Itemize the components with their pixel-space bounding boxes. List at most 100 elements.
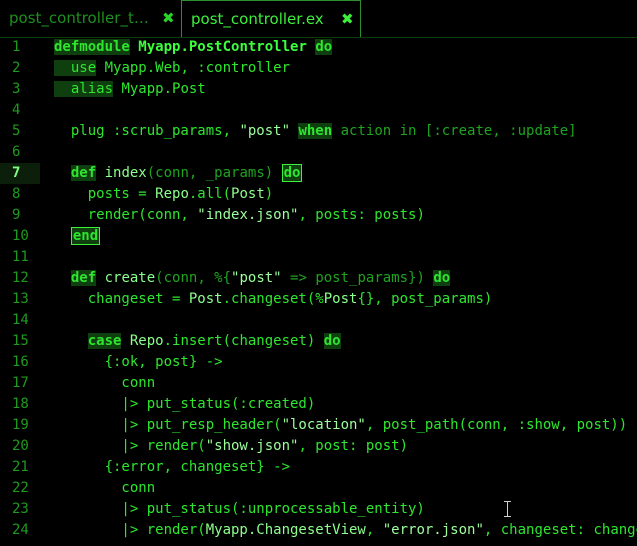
code-line[interactable]: 11 — [0, 247, 637, 268]
line-number: 13 — [12, 291, 29, 307]
code-token: .insert(changeset) — [163, 333, 324, 349]
module-name: Repo — [155, 186, 189, 202]
code-text: |> put_status(:created) — [54, 394, 315, 415]
tab-label: post_controller.ex — [191, 10, 324, 28]
code-line[interactable]: 15 case Repo.insert(changeset) do — [0, 331, 637, 352]
code-line[interactable]: 18 |> put_status(:created) — [0, 394, 637, 415]
line-number: 22 — [12, 480, 29, 496]
module-name: Post — [231, 186, 265, 202]
code-line[interactable]: 4 — [0, 100, 637, 121]
keyword: def — [70, 270, 97, 286]
code-line[interactable]: 12 def create(conn, %{"post" => post_par… — [0, 268, 637, 289]
code-line[interactable]: 13 changeset = Post.changeset(%Post{}, p… — [0, 289, 637, 310]
code-line[interactable]: 10 end — [0, 226, 637, 247]
code-line[interactable]: 8 posts = Repo.all(Post) — [0, 184, 637, 205]
code-token: |> put_resp_header( — [54, 417, 282, 433]
code-text: conn — [54, 373, 155, 394]
function-name: index — [104, 165, 147, 181]
keyword: in — [399, 123, 417, 139]
matched-bracket-keyword: end — [70, 227, 101, 245]
code-token: action — [332, 123, 400, 139]
code-line[interactable]: 6 — [0, 142, 637, 163]
line-number: 15 — [12, 333, 29, 349]
code-text: {:error, changeset} -> — [54, 457, 290, 478]
module-name: Post — [323, 291, 358, 307]
line-number: 24 — [12, 522, 29, 538]
line-number: 7 — [12, 165, 21, 181]
code-line[interactable]: 19 |> put_resp_header("location", post_p… — [0, 415, 637, 436]
keyword: def — [70, 165, 97, 181]
keyword: do — [323, 333, 341, 349]
code-text: |> put_resp_header("location", post_path… — [54, 415, 627, 436]
code-token: |> put_status(:unprocessable_entity) — [54, 501, 425, 517]
code-line[interactable]: 3 alias Myapp.Post — [0, 79, 637, 100]
code-line[interactable]: 16 {:ok, post} -> — [0, 352, 637, 373]
code-token: {}, post_params) — [357, 291, 493, 307]
code-editor[interactable]: 1 defmodule Myapp.PostController do 2 us… — [0, 37, 637, 546]
code-line[interactable]: 2 use Myapp.Web, :controller — [0, 58, 637, 79]
code-text: use Myapp.Web, :controller — [54, 58, 290, 79]
keyword: do — [315, 39, 333, 55]
line-number: 5 — [12, 123, 21, 139]
line-number: 1 — [12, 39, 21, 55]
module-name: Repo — [129, 333, 164, 349]
line-number: 19 — [12, 417, 29, 433]
code-line[interactable]: 1 defmodule Myapp.PostController do — [0, 37, 637, 58]
code-token: conn — [54, 480, 156, 496]
string-literal: "index.json" — [197, 207, 299, 223]
tab-post-controller[interactable]: post_controller.ex ✖ — [181, 0, 361, 37]
code-text: |> put_status(:unprocessable_entity) — [54, 499, 425, 520]
code-token: ) — [264, 186, 274, 202]
line-number: 17 — [12, 375, 29, 391]
code-line[interactable]: 24 |> render(Myapp.ChangesetView, "error… — [0, 520, 637, 541]
tab-bar: post_controller_t… ✖ post_controller.ex … — [0, 0, 637, 38]
code-line[interactable]: 14 — [0, 310, 637, 331]
code-token: render(conn, — [54, 207, 198, 223]
line-number: 3 — [12, 81, 21, 97]
code-text: def index(conn, _params) do — [54, 163, 303, 184]
close-tab-icon[interactable]: ✖ — [162, 0, 175, 36]
keyword: case — [87, 333, 122, 349]
code-line[interactable]: 20 |> render("show.json", post: post) — [0, 436, 637, 457]
line-number: 18 — [12, 396, 29, 412]
tab-label: post_controller_t… — [9, 9, 149, 27]
code-text: |> render("show.json", post: post) — [54, 436, 408, 457]
code-line-current[interactable]: 7 def index(conn, _params) do — [0, 163, 637, 184]
code-text: conn — [54, 478, 155, 499]
close-tab-icon[interactable]: ✖ — [341, 1, 354, 37]
code-token: , post: post) — [298, 438, 409, 454]
string-literal: "post" — [239, 123, 291, 139]
code-token: .changeset(% — [222, 291, 324, 307]
line-number: 14 — [12, 312, 29, 328]
line-number: 2 — [12, 60, 21, 76]
code-line[interactable]: 9 render(conn, "index.json", posts: post… — [0, 205, 637, 226]
code-line[interactable]: 22 conn — [0, 478, 637, 499]
string-literal: "location" — [281, 417, 366, 433]
code-line[interactable]: 23 |> put_status(:unprocessable_entity) — [0, 499, 637, 520]
keyword: alias — [54, 81, 114, 97]
code-text: plug :scrub_params, "post" when action i… — [54, 121, 577, 142]
matched-bracket-keyword: do — [281, 164, 303, 182]
line-number: 6 — [12, 144, 21, 160]
code-text: changeset = Post.changeset(%Post{}, post… — [54, 289, 493, 310]
code-token: |> render( — [54, 522, 206, 538]
keyword: when — [298, 123, 333, 139]
code-line[interactable]: 21 {:error, changeset} -> — [0, 457, 637, 478]
line-number: 20 — [12, 438, 29, 454]
code-token: => post_params}) — [281, 270, 434, 286]
code-line[interactable]: 5 plug :scrub_params, "post" when action… — [0, 121, 637, 142]
code-token: changeset = — [54, 291, 189, 307]
line-number: 10 — [12, 228, 29, 244]
code-token: posts = — [54, 186, 156, 202]
code-token: , changeset: changeset) — [483, 522, 637, 538]
code-token: , — [365, 522, 383, 538]
line-number: 9 — [12, 207, 21, 223]
code-token: , post_path(conn, :show, post)) — [365, 417, 628, 433]
code-token: {:error, changeset} -> — [54, 459, 291, 475]
code-line[interactable]: 17 conn — [0, 373, 637, 394]
code-text: def create(conn, %{"post" => post_params… — [54, 268, 451, 289]
code-text: render(conn, "index.json", posts: posts) — [54, 205, 425, 226]
tab-post-controller-test[interactable]: post_controller_t… ✖ — [0, 0, 178, 36]
